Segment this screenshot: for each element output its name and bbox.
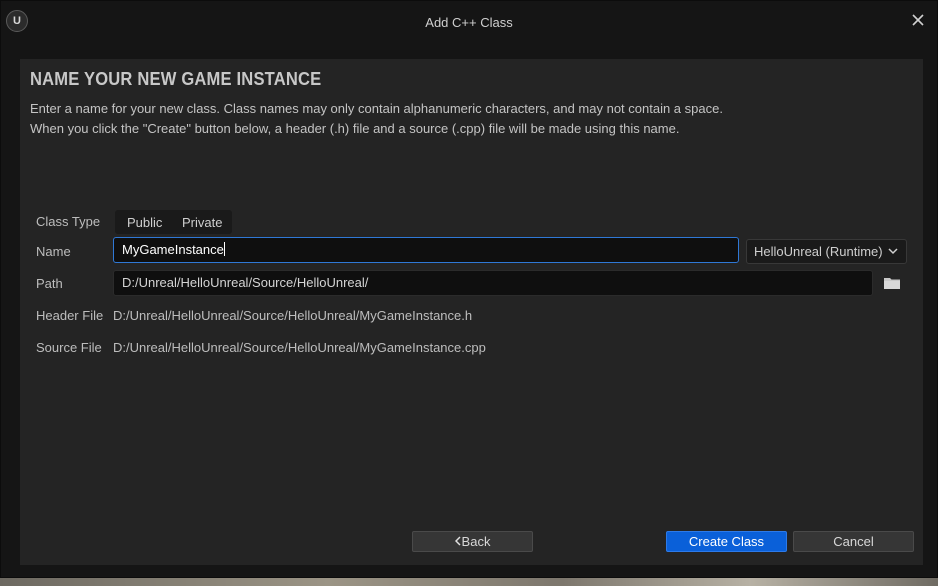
module-dropdown-value: HelloUnreal (Runtime)	[754, 244, 883, 259]
cancel-button[interactable]: Cancel	[793, 531, 914, 552]
background-strip	[0, 578, 938, 586]
path-input[interactable]: D:/Unreal/HelloUnreal/Source/HelloUnreal…	[113, 270, 873, 296]
folder-icon[interactable]	[883, 276, 901, 290]
window-title: Add C++ Class	[425, 15, 513, 30]
class-type-public[interactable]: Public	[127, 215, 162, 230]
name-label: Name	[36, 244, 71, 259]
description-line-1: Enter a name for your new class. Class n…	[30, 101, 723, 116]
chevron-down-icon	[888, 248, 898, 255]
header-file-value: D:/Unreal/HelloUnreal/Source/HelloUnreal…	[113, 308, 473, 323]
description-line-2: When you click the "Create" button below…	[30, 121, 680, 136]
close-icon[interactable]	[909, 11, 927, 29]
source-file-label: Source File	[36, 340, 102, 355]
class-type-selector: Public Private	[115, 210, 232, 234]
path-label: Path	[36, 276, 63, 291]
chevron-left-icon	[454, 536, 461, 546]
class-name-value: MyGameInstance	[122, 242, 224, 257]
page-title: NAME YOUR NEW GAME INSTANCE	[30, 69, 322, 89]
header-file-label: Header File	[36, 308, 104, 323]
title-bar: U Add C++ Class	[1, 1, 937, 45]
class-type-private[interactable]: Private	[182, 215, 222, 230]
class-name-input[interactable]: MyGameInstance	[113, 237, 739, 263]
back-button-label: Back	[461, 534, 491, 549]
module-dropdown[interactable]: HelloUnreal (Runtime)	[746, 239, 907, 264]
class-type-label: Class Type	[36, 214, 101, 229]
add-cpp-class-window: U Add C++ Class NAME YOUR NEW GAME INSTA…	[0, 0, 938, 578]
dialog-panel: NAME YOUR NEW GAME INSTANCE Enter a name…	[20, 59, 923, 565]
create-class-button[interactable]: Create Class	[666, 531, 787, 552]
source-file-value: D:/Unreal/HelloUnreal/Source/HelloUnreal…	[113, 340, 486, 355]
back-button[interactable]: Back	[412, 531, 533, 552]
text-caret	[223, 242, 225, 256]
